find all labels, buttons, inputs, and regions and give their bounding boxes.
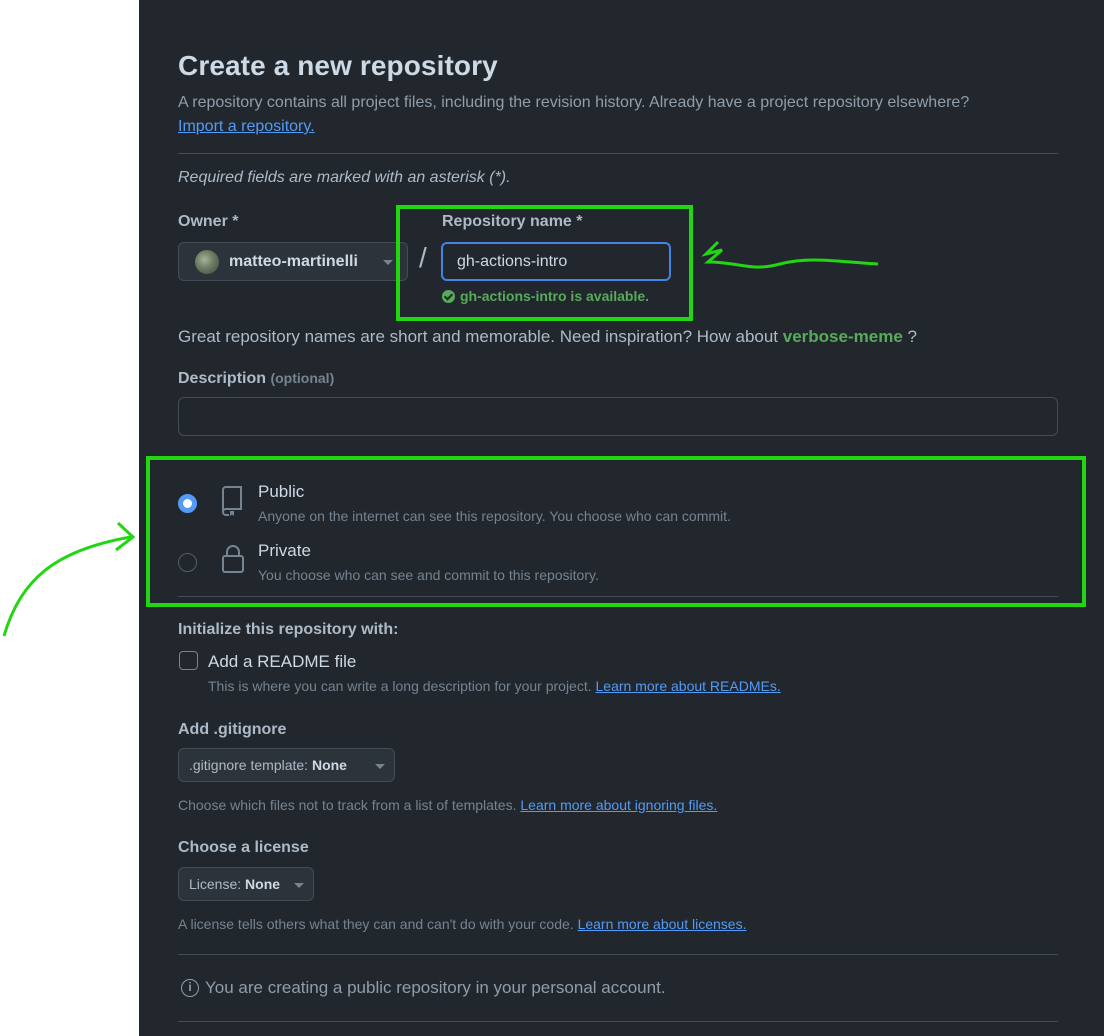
arrow-head [115,521,136,552]
arrow-annotation [2,535,132,637]
annotation-arrows [2,240,879,637]
squiggle-annotation [701,240,879,269]
